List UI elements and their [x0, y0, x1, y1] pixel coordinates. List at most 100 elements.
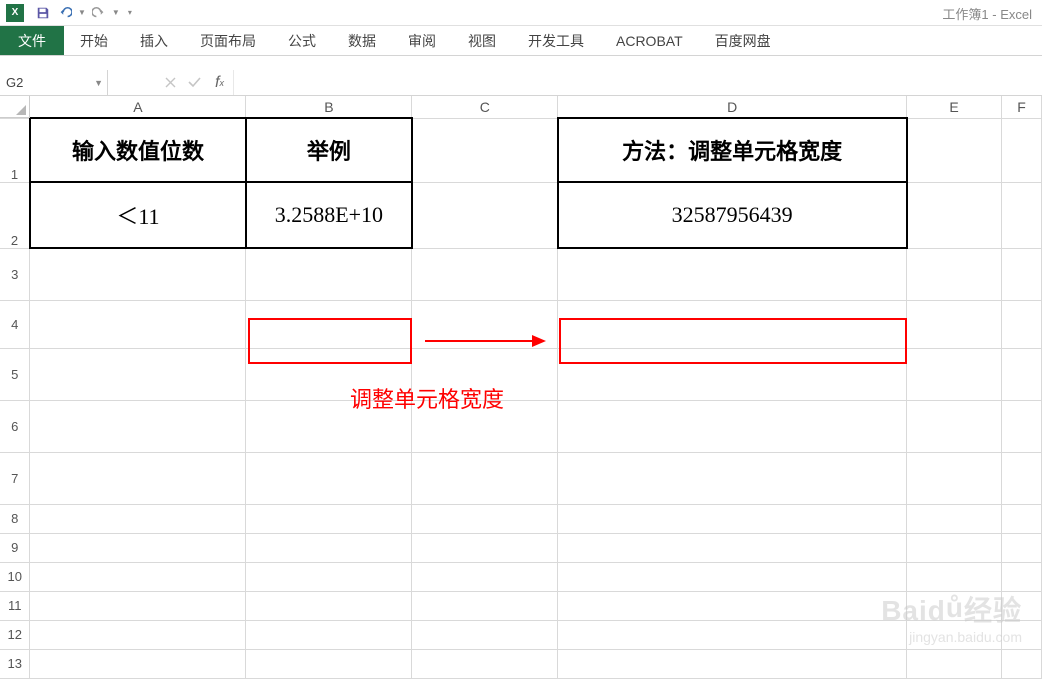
cell-D8[interactable] — [558, 504, 907, 533]
cell-F3[interactable] — [1001, 248, 1041, 300]
cell-E13[interactable] — [907, 649, 1002, 678]
cell-A11[interactable] — [30, 591, 246, 620]
cell-A6[interactable] — [30, 400, 246, 452]
cell-D12[interactable] — [558, 620, 907, 649]
cell-B9[interactable] — [246, 533, 412, 562]
row-header-12[interactable]: 12 — [0, 620, 30, 649]
cell-B11[interactable] — [246, 591, 412, 620]
cell-A2[interactable]: ＜11 — [30, 182, 246, 248]
cell-A1[interactable]: 输入数值位数 — [30, 118, 246, 182]
tab-baidu-netdisk[interactable]: 百度网盘 — [699, 26, 787, 55]
cell-F7[interactable] — [1001, 452, 1041, 504]
row-header-9[interactable]: 9 — [0, 533, 30, 562]
cell-E12[interactable] — [907, 620, 1002, 649]
cell-F1[interactable] — [1001, 118, 1041, 182]
cell-C10[interactable] — [412, 562, 558, 591]
qat-customize-caret[interactable]: ▾ — [128, 8, 132, 17]
dropdown-caret-icon[interactable]: ▼ — [78, 8, 86, 17]
cell-E9[interactable] — [907, 533, 1002, 562]
tab-review[interactable]: 审阅 — [392, 26, 452, 55]
formula-input[interactable] — [234, 70, 1042, 95]
col-header-F[interactable]: F — [1001, 96, 1041, 118]
cell-D2[interactable]: 32587956439 — [558, 182, 907, 248]
cell-E5[interactable] — [907, 348, 1002, 400]
row-header-10[interactable]: 10 — [0, 562, 30, 591]
row-header-4[interactable]: 4 — [0, 300, 30, 348]
cell-E4[interactable] — [907, 300, 1002, 348]
cell-E2[interactable] — [907, 182, 1002, 248]
tab-developer[interactable]: 开发工具 — [512, 26, 600, 55]
cell-B1[interactable]: 举例 — [246, 118, 412, 182]
cell-B6[interactable] — [246, 400, 412, 452]
tab-data[interactable]: 数据 — [332, 26, 392, 55]
cell-B5[interactable] — [246, 348, 412, 400]
cell-C9[interactable] — [412, 533, 558, 562]
cell-F4[interactable] — [1001, 300, 1041, 348]
cell-C5[interactable] — [412, 348, 558, 400]
cell-A10[interactable] — [30, 562, 246, 591]
cell-A3[interactable] — [30, 248, 246, 300]
cell-E11[interactable] — [907, 591, 1002, 620]
cell-D11[interactable] — [558, 591, 907, 620]
cell-D13[interactable] — [558, 649, 907, 678]
cell-F8[interactable] — [1001, 504, 1041, 533]
cell-B10[interactable] — [246, 562, 412, 591]
cell-E7[interactable] — [907, 452, 1002, 504]
cell-E3[interactable] — [907, 248, 1002, 300]
tab-home[interactable]: 开始 — [64, 26, 124, 55]
insert-function-button[interactable]: fx — [206, 70, 234, 95]
cell-A13[interactable] — [30, 649, 246, 678]
cell-E10[interactable] — [907, 562, 1002, 591]
cell-F12[interactable] — [1001, 620, 1041, 649]
row-header-7[interactable]: 7 — [0, 452, 30, 504]
col-header-E[interactable]: E — [907, 96, 1002, 118]
tab-file[interactable]: 文件 — [0, 26, 64, 55]
redo-button[interactable] — [88, 2, 110, 24]
cell-F13[interactable] — [1001, 649, 1041, 678]
col-header-D[interactable]: D — [558, 96, 907, 118]
cell-E6[interactable] — [907, 400, 1002, 452]
tab-insert[interactable]: 插入 — [124, 26, 184, 55]
dropdown-caret-icon[interactable]: ▼ — [112, 8, 120, 17]
cell-A12[interactable] — [30, 620, 246, 649]
cell-B3[interactable] — [246, 248, 412, 300]
cell-C4[interactable] — [412, 300, 558, 348]
col-header-C[interactable]: C — [412, 96, 558, 118]
row-header-13[interactable]: 13 — [0, 649, 30, 678]
cell-E1[interactable] — [907, 118, 1002, 182]
cell-C1[interactable] — [412, 118, 558, 182]
cell-A4[interactable] — [30, 300, 246, 348]
col-header-B[interactable]: B — [246, 96, 412, 118]
cell-C13[interactable] — [412, 649, 558, 678]
cell-F11[interactable] — [1001, 591, 1041, 620]
cell-B4[interactable] — [246, 300, 412, 348]
row-header-3[interactable]: 3 — [0, 248, 30, 300]
cell-B12[interactable] — [246, 620, 412, 649]
row-header-2[interactable]: 2 — [0, 182, 30, 248]
cell-F10[interactable] — [1001, 562, 1041, 591]
cell-A7[interactable] — [30, 452, 246, 504]
cell-F2[interactable] — [1001, 182, 1041, 248]
cell-D1[interactable]: 方法：调整单元格宽度 — [558, 118, 907, 182]
row-header-5[interactable]: 5 — [0, 348, 30, 400]
cell-C6[interactable] — [412, 400, 558, 452]
row-header-8[interactable]: 8 — [0, 504, 30, 533]
cell-B8[interactable] — [246, 504, 412, 533]
col-header-A[interactable]: A — [30, 96, 246, 118]
cell-A5[interactable] — [30, 348, 246, 400]
cell-D7[interactable] — [558, 452, 907, 504]
name-box[interactable]: G2 ▼ — [0, 70, 108, 95]
cell-B2[interactable]: 3.2588E+10 — [246, 182, 412, 248]
cell-C2[interactable] — [412, 182, 558, 248]
cell-A9[interactable] — [30, 533, 246, 562]
cell-F5[interactable] — [1001, 348, 1041, 400]
cell-D4[interactable] — [558, 300, 907, 348]
row-header-6[interactable]: 6 — [0, 400, 30, 452]
cell-C11[interactable] — [412, 591, 558, 620]
cell-F9[interactable] — [1001, 533, 1041, 562]
tab-formulas[interactable]: 公式 — [272, 26, 332, 55]
row-header-1[interactable]: 1 — [0, 118, 30, 182]
cell-C12[interactable] — [412, 620, 558, 649]
name-box-dropdown-icon[interactable]: ▼ — [94, 78, 103, 88]
cell-A8[interactable] — [30, 504, 246, 533]
